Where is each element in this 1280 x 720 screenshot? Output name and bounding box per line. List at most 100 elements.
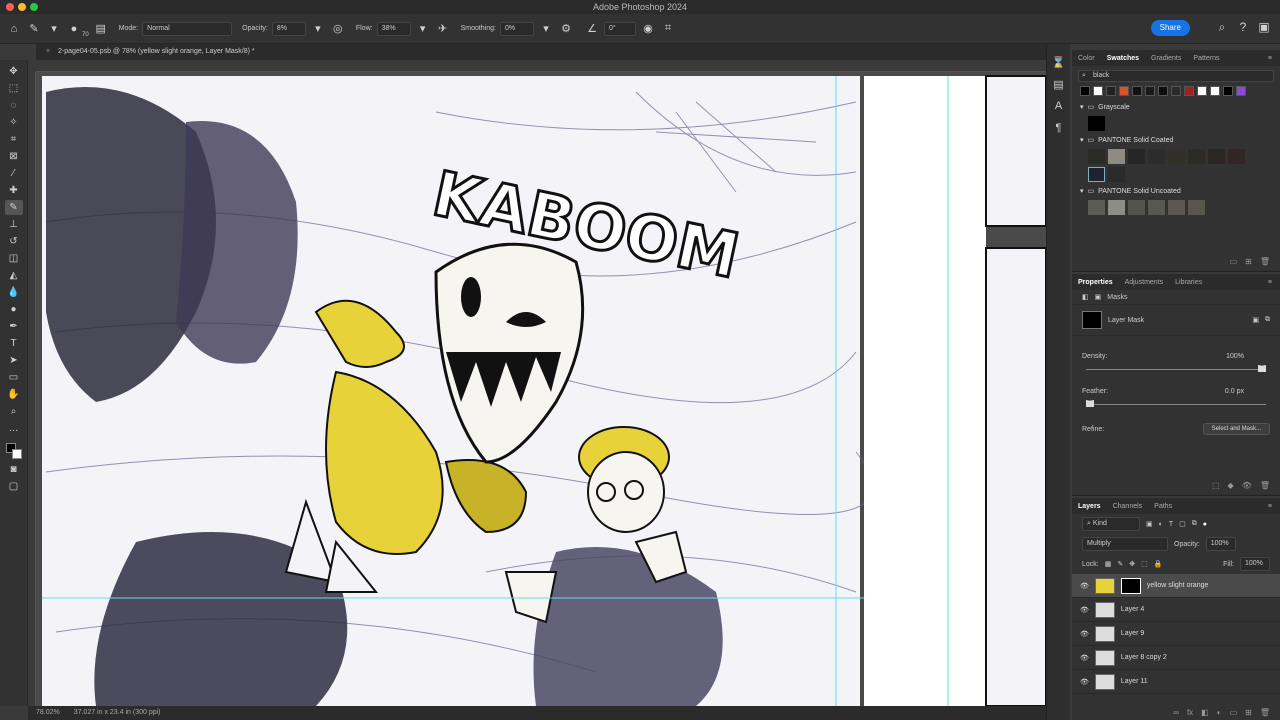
swatch[interactable]	[1128, 149, 1145, 164]
move-tool-icon[interactable]: ✥	[5, 64, 23, 79]
smoothing-settings-icon[interactable]: ⚙	[558, 21, 574, 37]
brush-preset-icon[interactable]: ●	[66, 21, 82, 37]
swatch[interactable]	[1119, 86, 1129, 96]
fill-field[interactable]: 100%	[1240, 557, 1270, 571]
swatch[interactable]	[1223, 86, 1233, 96]
tab-gradients[interactable]: Gradients	[1151, 55, 1181, 62]
add-mask-icon[interactable]: ◧	[1201, 708, 1209, 717]
color-swatches[interactable]	[5, 442, 23, 460]
visibility-icon[interactable]: 👁	[1080, 606, 1089, 614]
filter-type-icon[interactable]: T	[1169, 521, 1173, 528]
mask-thumbnail[interactable]	[1082, 311, 1102, 329]
density-slider-thumb[interactable]	[1258, 365, 1266, 372]
pressure-size-icon[interactable]: ◉	[640, 21, 656, 37]
swatch[interactable]	[1236, 86, 1246, 96]
new-layer-icon[interactable]: ⊞	[1245, 708, 1252, 717]
visibility-icon[interactable]: 👁	[1080, 630, 1089, 638]
layer-thumbnail[interactable]	[1094, 601, 1115, 618]
layer-row[interactable]: 👁 Layer 8 copy 2	[1072, 646, 1280, 670]
airbrush-icon[interactable]: ✈	[435, 21, 451, 37]
layer-row[interactable]: 👁 Layer 9	[1072, 622, 1280, 646]
share-button[interactable]: Share	[1150, 20, 1190, 36]
swatch[interactable]	[1093, 86, 1103, 96]
filter-kind-select[interactable]: ⌕ Kind	[1082, 517, 1140, 531]
swatch[interactable]	[1088, 116, 1105, 131]
lasso-tool-icon[interactable]: ◌	[5, 98, 23, 113]
swatch[interactable]	[1132, 86, 1142, 96]
chevron-down-icon[interactable]: ▾	[415, 21, 431, 37]
layer-row[interactable]: 👁 yellow slight orange	[1072, 574, 1280, 598]
layer-mask-thumbnail[interactable]	[1120, 577, 1141, 594]
symmetry-icon[interactable]: ⌗	[660, 21, 676, 37]
dodge-tool-icon[interactable]: ●	[5, 302, 23, 317]
filter-adjustment-icon[interactable]: ◐	[1159, 521, 1163, 528]
search-icon[interactable]: ⌕	[1214, 19, 1230, 35]
new-swatch-icon[interactable]: ⊞	[1245, 257, 1252, 266]
zoom-window-button[interactable]	[30, 3, 38, 11]
lock-position-icon[interactable]: ✥	[1129, 560, 1135, 568]
visibility-icon[interactable]: 👁	[1242, 481, 1252, 490]
crop-tool-icon[interactable]: ⌗	[5, 132, 23, 147]
trash-icon[interactable]: 🗑	[1260, 257, 1270, 266]
panel-menu-icon[interactable]: ≡	[1268, 503, 1272, 510]
rectangle-tool-icon[interactable]: ▭	[5, 370, 23, 385]
brush-tool-icon[interactable]: ✎	[4, 200, 23, 215]
blend-mode-select[interactable]: Multiply	[1082, 537, 1168, 551]
filter-shape-icon[interactable]: ▢	[1179, 520, 1186, 528]
lock-artboard-icon[interactable]: ⬚	[1141, 560, 1148, 568]
zoom-tool-icon[interactable]: ⌕	[5, 404, 23, 419]
swatch[interactable]	[1168, 200, 1185, 215]
chevron-down-icon[interactable]: ▾	[310, 21, 326, 37]
panel-menu-icon[interactable]: ≡	[1268, 55, 1272, 62]
artwork[interactable]: KABOOM	[36, 72, 1046, 706]
quick-mask-icon[interactable]: ◙	[5, 462, 23, 477]
new-group-icon[interactable]: ▭	[1230, 708, 1238, 717]
zoom-level[interactable]: 78.02%	[36, 709, 60, 716]
select-and-mask-button[interactable]: Select and Mask...	[1202, 423, 1270, 435]
paragraph-panel-icon[interactable]: ¶	[1051, 120, 1067, 136]
tab-color[interactable]: Color	[1078, 55, 1095, 62]
chevron-down-icon[interactable]: ▾	[46, 21, 62, 37]
tab-patterns[interactable]: Patterns	[1193, 55, 1219, 62]
swatch[interactable]	[1088, 167, 1105, 182]
panel-menu-icon[interactable]: ≡	[1268, 279, 1272, 286]
chevron-down-icon[interactable]: ▾	[1080, 103, 1084, 111]
trash-icon[interactable]: 🗑	[1260, 481, 1270, 490]
workspace-icon[interactable]: ▣	[1256, 19, 1272, 35]
blur-tool-icon[interactable]: 💧	[5, 285, 23, 300]
layer-style-icon[interactable]: fx	[1187, 708, 1193, 717]
healing-brush-tool-icon[interactable]: ✚	[5, 183, 23, 198]
hand-tool-icon[interactable]: ✋	[5, 387, 23, 402]
layer-thumbnail[interactable]	[1094, 577, 1115, 594]
chevron-down-icon[interactable]: ▾	[538, 21, 554, 37]
visibility-icon[interactable]: 👁	[1080, 654, 1089, 662]
swatch[interactable]	[1228, 149, 1245, 164]
swatch-folder-pantone-coated[interactable]: ▾ ▭ PANTONE Solid Coated	[1072, 133, 1280, 147]
layer-row[interactable]: 👁 Layer 4	[1072, 598, 1280, 622]
swatch[interactable]	[1108, 167, 1125, 182]
character-panel-icon[interactable]: A	[1051, 98, 1067, 114]
quick-select-tool-icon[interactable]: ✧	[5, 115, 23, 130]
swatch[interactable]	[1080, 86, 1090, 96]
lock-pixels-icon[interactable]: ▦	[1105, 560, 1112, 568]
swatch[interactable]	[1108, 149, 1125, 164]
swatch[interactable]	[1197, 86, 1207, 96]
chevron-down-icon[interactable]: ▾	[1080, 187, 1084, 195]
trash-icon[interactable]: 🗑	[1260, 708, 1270, 717]
frame-tool-icon[interactable]: ⊠	[5, 149, 23, 164]
more-tools-icon[interactable]: …	[5, 421, 23, 436]
tab-layers[interactable]: Layers	[1078, 503, 1101, 510]
vertical-ruler[interactable]	[28, 72, 36, 706]
lock-paint-icon[interactable]: ✎	[1117, 560, 1123, 568]
document-size[interactable]: 37.027 in x 23.4 in (300 ppi)	[74, 709, 161, 716]
density-slider[interactable]	[1086, 363, 1266, 375]
chevron-down-icon[interactable]: ▾	[1080, 136, 1084, 144]
document-tab[interactable]: × 2-page04-05.psb @ 78% (yellow slight o…	[36, 44, 1046, 60]
swatch[interactable]	[1188, 149, 1205, 164]
background-color[interactable]	[11, 449, 22, 459]
angle-field[interactable]: 0°	[604, 21, 636, 36]
swatch-search-input[interactable]: ⌕ black	[1078, 70, 1274, 82]
swatch[interactable]	[1148, 200, 1165, 215]
pixel-mask-icon[interactable]: ◧	[1082, 293, 1089, 301]
horizontal-ruler[interactable]	[36, 60, 1046, 72]
